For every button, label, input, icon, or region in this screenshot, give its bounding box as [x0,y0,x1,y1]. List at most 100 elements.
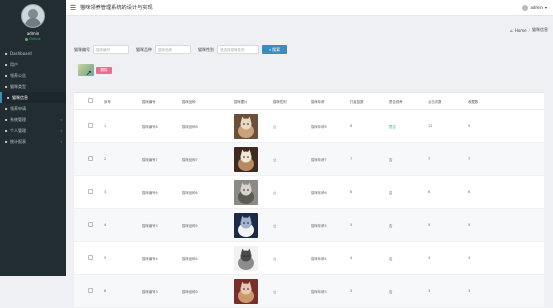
cell-favs: 4 [467,241,544,275]
column-header[interactable]: 是否领养 [388,93,427,110]
home-icon: ⌂ [510,27,513,33]
chevron-left-icon: ‹ [60,139,62,144]
cell-adopted: 是否 [388,109,427,143]
cell-index: 2 [103,142,141,176]
column-header[interactable]: 猫咪年龄 [310,93,349,110]
code-input[interactable]: 猫咪编号 [93,45,129,54]
row-checkbox-cell [87,109,103,143]
column-header[interactable]: 猫咪品种 [181,93,233,110]
table-row: 4 猫咪编号5 猫咪品种5 公 猫咪年龄5 5 否 5 5 详情 修改 删除 [74,208,544,242]
table-body: 1 猫咪编号8 猫咪品种8 公 猫咪年龄8 8 是否 12 9 详情 修改 删除… [74,109,544,308]
sidebar-item-label: 领养申请 [10,106,26,111]
row-checkbox-cell [87,142,103,176]
sidebar-item-4[interactable]: ▪ 猫咪信息 [0,92,66,103]
sidebar-item-label: Dashboard [10,51,32,56]
data-table-card: 序号猫咪编号猫咪品种猫咪图片猫咪性别猫咪年龄打疫苗数是否领养点击次数收藏数操作 … [74,92,544,308]
cell-gender: 公 [272,175,310,209]
sidebar-item-8[interactable]: ▪ 统计报表 ‹ [0,136,66,147]
filter-label-breed: 猫咪品种 [136,46,152,52]
sidebar-item-label: 猫咪类型 [10,84,26,89]
search-icon: ⌕ [268,47,272,52]
breadcrumb-current: 猫咪信息 [532,27,548,32]
sidebar-item-2[interactable]: ▪ 领养公告 [0,70,66,81]
row-checkbox[interactable] [88,156,93,161]
column-header[interactable]: 猫咪编号 [141,93,181,110]
add-button[interactable]: ➚ [78,64,94,77]
sidebar-item-1[interactable]: ▪ 用户 [0,59,66,70]
cell-index: 5 [103,241,141,275]
row-checkbox-cell [87,241,103,275]
select-all-checkbox[interactable] [88,98,93,103]
cell-gender: 公 [272,142,310,176]
row-checkbox[interactable] [88,123,93,128]
filter-bar: 猫咪编号 猫咪编号 猫咪品种 猫咪品种 猫咪性别 请选择猫咪性别 ⌕ 搜索 [74,45,287,54]
profile-name: admin [26,31,40,36]
user-icon: ▪ [4,62,8,67]
cell-adopted: 否 [388,175,427,209]
sidebar-item-label: 系统管理 [10,117,26,122]
row-checkbox[interactable] [88,255,93,260]
row-spacer [74,109,87,143]
sidebar-item-6[interactable]: ▪ 系统管理 ‹ [0,114,66,125]
cell-code: 猫咪编号5 [141,208,181,242]
tag-icon: ▪ [4,84,8,89]
row-spacer [74,274,87,308]
cell-image [233,208,272,242]
cell-adopted: 否 [388,241,427,275]
cell-age: 猫咪年龄6 [310,175,349,209]
topbar: ☰ 猫咪领养管理系统的设计与实现 admin ▾ [66,0,553,16]
mouse-cursor-icon: ➚ [86,69,92,77]
cell-index: 1 [103,109,141,143]
breed-input[interactable]: 猫咪品种 [155,45,191,54]
cell-adopted: 否 [388,274,427,308]
user-menu[interactable]: admin ▾ [522,4,547,11]
cell-index: 3 [103,175,141,209]
column-header[interactable]: 猫咪性别 [272,93,310,110]
cell-favs: 6 [467,175,544,209]
sidebar-item-3[interactable]: ▪ 猫咪类型 [0,81,66,92]
gear-icon: ▪ [4,117,8,122]
column-header[interactable]: 打疫苗数 [349,93,388,110]
cell-adopted: 否 [388,142,427,176]
header-spacer [74,93,87,110]
cell-clicks: 12 [427,109,467,143]
cell-gender: 公 [272,208,310,242]
sidebar-item-5[interactable]: ▪ 领养申请 [0,103,66,114]
cell-gender: 公 [272,241,310,275]
avatar[interactable] [21,4,45,28]
row-checkbox[interactable] [88,222,93,227]
status-text: Online [29,37,41,41]
cell-favs: 3 [467,274,544,308]
row-checkbox-cell [87,274,103,308]
table-header-row: 序号猫咪编号猫咪品种猫咪图片猫咪性别猫咪年龄打疫苗数是否领养点击次数收藏数操作 [74,93,544,110]
cell-clicks: 3 [427,274,467,308]
column-header[interactable]: 猫咪图片 [233,93,272,110]
row-spacer [74,142,87,176]
row-checkbox[interactable] [88,189,93,194]
person-icon: ▪ [4,128,8,133]
cell-image [233,175,272,209]
menu-toggle-icon[interactable]: ☰ [66,4,80,12]
cell-code: 猫咪编号3 [141,274,181,308]
cell-gender: 公 [272,109,310,143]
profile-panel: admin Online [0,0,66,48]
gender-select[interactable]: 请选择猫咪性别 [217,45,259,54]
row-spacer [74,208,87,242]
sidebar-item-label: 用户 [10,62,18,67]
cell-breed: 猫咪品种8 [181,109,233,143]
cell-breed: 猫咪品种4 [181,241,233,275]
sidebar-item-7[interactable]: ▪ 个人管理 ‹ [0,125,66,136]
batch-delete-button[interactable]: 删除 [96,66,112,74]
column-header: 序号 [103,93,141,110]
row-checkbox[interactable] [88,288,93,293]
sidebar-item-0[interactable]: ▪ Dashboard [0,48,66,59]
search-button[interactable]: ⌕ 搜索 [262,45,287,54]
cell-vaccine: 4 [349,241,388,275]
column-header[interactable]: 点击次数 [427,93,467,110]
cell-code: 猫咪编号7 [141,142,181,176]
column-header[interactable]: 收藏数 [467,93,544,110]
breadcrumb-home[interactable]: Home [515,28,527,33]
cell-age: 猫咪年龄5 [310,208,349,242]
cell-vaccine: 6 [349,175,388,209]
cat-photo [234,245,258,271]
